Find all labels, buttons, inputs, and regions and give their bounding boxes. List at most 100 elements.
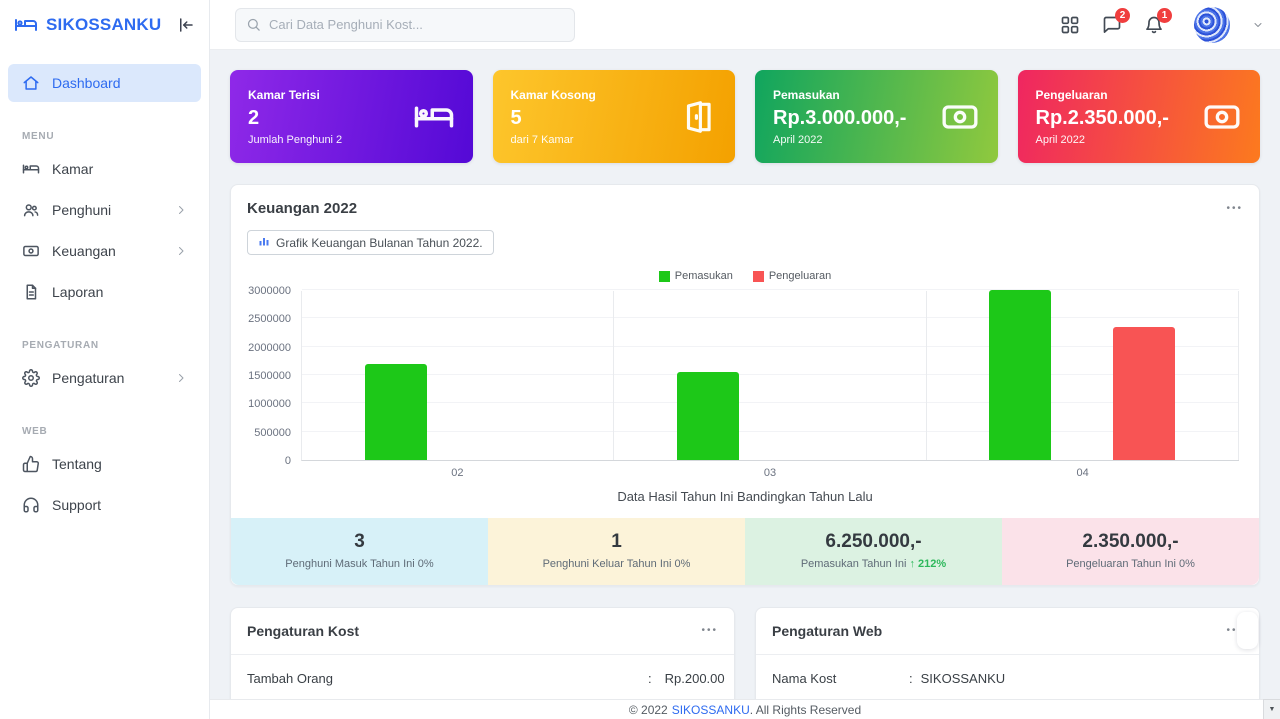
card-title: Pengaturan Web xyxy=(772,623,1226,639)
legend-item-pemasukan[interactable]: Pemasukan xyxy=(659,270,733,282)
avatar[interactable] xyxy=(1194,7,1230,43)
stat-value: 2 xyxy=(248,107,342,130)
sidebar-nav: Dashboard MENU Kamar Penghuni Keuangan L… xyxy=(0,50,209,524)
apps-grid-button[interactable] xyxy=(1060,15,1080,35)
stat-card-kamar-terisi[interactable]: Kamar Terisi 2 Jumlah Penghuni 2 xyxy=(230,70,473,163)
chart-caption: Data Hasil Tahun Ini Bandingkan Tahun La… xyxy=(231,489,1259,504)
main-content: Kamar Terisi 2 Jumlah Penghuni 2 Kamar K… xyxy=(210,50,1280,719)
bar-pemasukan-02[interactable] xyxy=(365,364,427,460)
stat-value: Rp.2.350.000,- xyxy=(1036,107,1169,130)
x-tick-label: 03 xyxy=(614,461,927,479)
sidebar-item-pengaturan[interactable]: Pengaturan xyxy=(8,359,201,397)
sidebar-item-label: Kamar xyxy=(52,161,93,177)
summary-strip: 3 Penghuni Masuk Tahun Ini 0% 1 Penghuni… xyxy=(231,518,1259,585)
summary-value: 1 xyxy=(496,531,737,553)
sidebar-item-laporan[interactable]: Laporan xyxy=(8,273,201,311)
chart-x-axis: 020304 xyxy=(301,461,1239,479)
sidebar-item-keuangan[interactable]: Keuangan xyxy=(8,232,201,270)
chart-category xyxy=(302,291,614,460)
sidebar-item-label: Pengaturan xyxy=(52,370,124,386)
legend-swatch xyxy=(753,271,764,282)
stat-card-kamar-kosong[interactable]: Kamar Kosong 5 dari 7 Kamar xyxy=(493,70,736,163)
sidebar-item-dashboard[interactable]: Dashboard xyxy=(8,64,201,102)
y-tick-label: 2500000 xyxy=(248,313,291,325)
scrollbar-down-button[interactable]: ▼ xyxy=(1263,699,1280,719)
summary-penghuni-keluar: 1 Penghuni Keluar Tahun Ini 0% xyxy=(488,518,745,585)
stat-title: Pemasukan xyxy=(773,88,906,102)
sidebar-item-label: Dashboard xyxy=(52,75,121,91)
summary-change: 0% xyxy=(675,558,691,570)
chevron-right-icon xyxy=(175,372,187,384)
sidebar-item-kamar[interactable]: Kamar xyxy=(8,150,201,188)
stat-cards-row: Kamar Terisi 2 Jumlah Penghuni 2 Kamar K… xyxy=(230,70,1260,163)
messages-badge: 2 xyxy=(1115,8,1130,23)
footer-brand-link[interactable]: SIKOSSANKU xyxy=(672,703,750,717)
gear-icon xyxy=(22,369,40,387)
messages-button[interactable]: 2 xyxy=(1102,15,1122,35)
bar-pemasukan-03[interactable] xyxy=(677,372,739,460)
chevron-right-icon xyxy=(175,204,187,216)
nav-section-menu: MENU xyxy=(0,105,209,150)
bed-icon xyxy=(413,96,455,138)
stat-value: Rp.3.000.000,- xyxy=(773,107,906,130)
sidebar-collapse-icon[interactable] xyxy=(177,16,195,34)
cash-icon xyxy=(1202,97,1242,137)
nav-section-web: WEB xyxy=(0,400,209,445)
bed-logo-icon xyxy=(14,13,38,37)
summary-pemasukan: 6.250.000,- Pemasukan Tahun Ini ↑ 212% xyxy=(745,518,1002,585)
chart-category xyxy=(614,291,926,460)
stat-title: Kamar Terisi xyxy=(248,88,342,102)
card-title: Pengaturan Kost xyxy=(247,623,701,639)
brand-name: SIKOSSANKU xyxy=(46,15,161,35)
legend-label: Pengeluaran xyxy=(769,270,831,282)
users-icon xyxy=(22,201,40,219)
bar-pemasukan-04[interactable] xyxy=(989,290,1051,460)
bed-icon xyxy=(22,160,40,178)
chart-info-badge: Grafik Keuangan Bulanan Tahun 2022. xyxy=(247,230,494,255)
sidebar-item-label: Penghuni xyxy=(52,202,111,218)
options-icon[interactable]: ••• xyxy=(1226,204,1243,214)
summary-penghuni-masuk: 3 Penghuni Masuk Tahun Ini 0% xyxy=(231,518,488,585)
search-input[interactable] xyxy=(269,17,564,32)
options-icon[interactable]: ••• xyxy=(701,626,718,636)
chart-legend: Pemasukan Pengeluaran xyxy=(231,270,1259,282)
settings-row-item: Tambah Orang :Rp.200.00 xyxy=(231,655,734,702)
notifications-badge: 1 xyxy=(1157,8,1172,23)
sidebar-item-label: Support xyxy=(52,497,101,513)
settings-value: Rp.200.00 xyxy=(665,671,725,686)
summary-change: 0% xyxy=(418,558,434,570)
y-tick-label: 1500000 xyxy=(248,370,291,382)
cash-icon xyxy=(22,242,40,260)
sidebar-item-tentang[interactable]: Tentang xyxy=(8,445,201,483)
chevron-right-icon xyxy=(175,245,187,257)
sidebar-item-label: Laporan xyxy=(52,284,103,300)
summary-change: ↑ 212% xyxy=(909,558,946,570)
cash-icon xyxy=(940,97,980,137)
sidebar-item-support[interactable]: Support xyxy=(8,486,201,524)
sidebar-item-penghuni[interactable]: Penghuni xyxy=(8,191,201,229)
caret-down-icon: ▼ xyxy=(1269,706,1276,713)
footer-text-suffix: . All Rights Reserved xyxy=(750,703,861,717)
footer-text: © 2022 xyxy=(629,703,668,717)
summary-label: Pengeluaran Tahun Ini xyxy=(1066,558,1176,570)
chart-y-axis: 0500000100000015000002000000250000030000… xyxy=(231,291,301,461)
stat-card-pemasukan[interactable]: Pemasukan Rp.3.000.000,- April 2022 xyxy=(755,70,998,163)
stat-card-pengeluaran[interactable]: Pengeluaran Rp.2.350.000,- April 2022 xyxy=(1018,70,1261,163)
bar-chart-icon xyxy=(258,235,270,250)
summary-change: 0% xyxy=(1179,558,1195,570)
floating-button[interactable] xyxy=(1237,612,1258,649)
bar-pengeluaran-04[interactable] xyxy=(1113,327,1175,460)
chart-info-label: Grafik Keuangan Bulanan Tahun 2022. xyxy=(276,236,483,250)
footer: © 2022 SIKOSSANKU. All Rights Reserved xyxy=(210,699,1280,719)
sidebar-item-label: Keuangan xyxy=(52,243,116,259)
search-icon xyxy=(246,17,261,32)
settings-label: Nama Kost xyxy=(772,671,836,686)
stat-subtitle: Jumlah Penghuni 2 xyxy=(248,134,342,146)
brand-logo[interactable]: SIKOSSANKU xyxy=(0,0,209,50)
legend-item-pengeluaran[interactable]: Pengeluaran xyxy=(753,270,831,282)
stat-subtitle: April 2022 xyxy=(1036,134,1169,146)
notifications-button[interactable]: 1 xyxy=(1144,15,1164,35)
stat-title: Kamar Kosong xyxy=(511,88,596,102)
chevron-down-icon[interactable] xyxy=(1252,19,1264,31)
x-tick-label: 02 xyxy=(301,461,614,479)
